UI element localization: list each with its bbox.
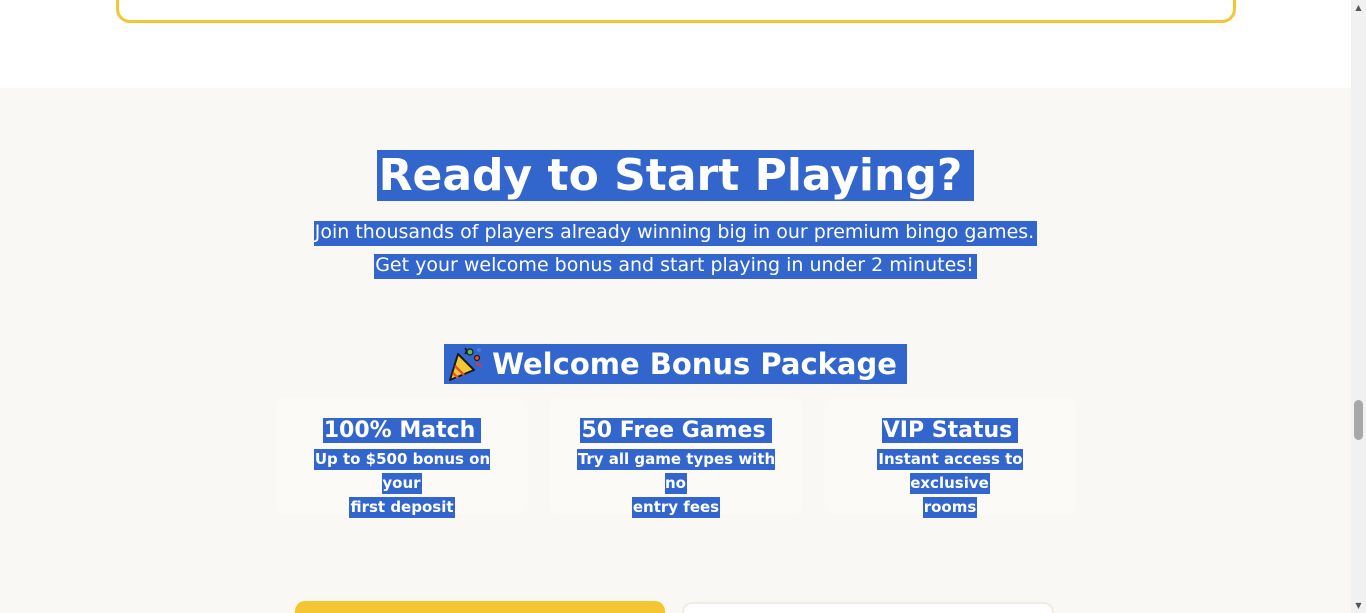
- bonus-card-desc-line2: rooms: [922, 497, 978, 518]
- cta-lead: Join thousands of players already winnin…: [0, 216, 1351, 282]
- bonus-heading-text: Welcome Bonus Package: [492, 347, 897, 381]
- bonus-card-title: 50 Free Games: [550, 415, 802, 447]
- bonus-card-desc-line1: Up to $500 bonus on your: [313, 449, 491, 494]
- previous-card: [116, 0, 1236, 23]
- bonus-card-desc: Up to $500 bonus on your first deposit: [302, 447, 502, 519]
- bonus-card-match: 100% Match Up to $500 bonus on your firs…: [276, 398, 528, 518]
- bonus-card-title: VIP Status: [824, 415, 1076, 447]
- scrollbar-thumb[interactable]: [1354, 400, 1363, 440]
- bonus-card-desc-line1: Instant access to exclusive: [877, 449, 1023, 494]
- bonus-card-vip: VIP Status Instant access to exclusive r…: [824, 398, 1076, 518]
- bonus-card-desc: Try all game types with no entry fees: [576, 447, 776, 519]
- bonus-card-desc-line2: first deposit: [349, 497, 455, 518]
- bonus-cards: 100% Match Up to $500 bonus on your firs…: [276, 398, 1076, 518]
- bonus-card-desc-line1: Try all game types with no: [576, 449, 776, 494]
- cta-lead-line2: Get your welcome bonus and start playing…: [374, 254, 977, 279]
- bonus-card-title-text: VIP Status: [881, 418, 1019, 443]
- secondary-cta-button[interactable]: [682, 602, 1054, 613]
- bonus-card-title-text: 50 Free Games: [580, 418, 772, 443]
- bonus-card-free-games: 50 Free Games Try all game types with no…: [550, 398, 802, 518]
- scroll-up-arrow-icon[interactable]: ▲: [1351, 0, 1366, 15]
- bonus-card-desc-line2: entry fees: [631, 497, 721, 518]
- scroll-down-arrow-icon[interactable]: ▼: [1351, 598, 1366, 613]
- bonus-card-title-text: 100% Match: [322, 418, 482, 443]
- party-popper-icon: [449, 347, 483, 381]
- primary-cta-button[interactable]: [295, 601, 665, 613]
- cta-lead-line1: Join thousands of players already winnin…: [313, 221, 1038, 246]
- bonus-heading: Welcome Bonus Package: [0, 344, 1351, 384]
- cta-headline: Ready to Start Playing?: [0, 144, 1351, 208]
- page-scrollbar[interactable]: ▲ ▼: [1351, 0, 1366, 613]
- bonus-card-desc: Instant access to exclusive rooms: [850, 447, 1050, 519]
- cta-headline-text: Ready to Start Playing?: [376, 150, 975, 201]
- previous-section: [0, 0, 1351, 88]
- page: Ready to Start Playing? Join thousands o…: [0, 0, 1366, 613]
- bonus-card-title: 100% Match: [276, 415, 528, 447]
